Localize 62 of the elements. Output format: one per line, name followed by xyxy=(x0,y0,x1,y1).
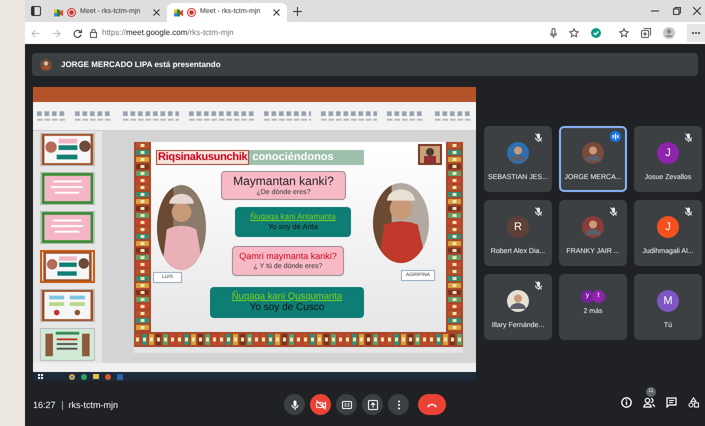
video-call-icon xyxy=(54,8,63,16)
chat-icon[interactable] xyxy=(666,397,677,408)
reload-icon[interactable] xyxy=(73,28,82,38)
slide-preview-drawing xyxy=(42,252,93,281)
restore-icon[interactable] xyxy=(673,7,681,15)
close-icon[interactable] xyxy=(693,7,701,15)
close-icon[interactable] xyxy=(153,9,160,16)
lock-icon xyxy=(90,28,97,38)
captions-icon xyxy=(342,400,352,408)
slide-preview-drawing xyxy=(41,134,94,165)
bubble-text: Ñuqaqa kani Antamanta xyxy=(250,213,336,222)
present-icon xyxy=(368,400,378,410)
camera-button[interactable] xyxy=(310,394,331,415)
avatar-initial: J xyxy=(657,142,679,164)
microphone-icon[interactable] xyxy=(550,28,557,38)
avatar-initial: J xyxy=(657,216,679,238)
speaking-icon xyxy=(610,131,621,142)
slide-thumbnail[interactable] xyxy=(40,172,95,205)
slide-preview-drawing xyxy=(41,329,94,360)
camera-off-icon xyxy=(316,400,326,410)
url-text: https://meet.google.com/rks-tctm-mjn xyxy=(102,27,234,39)
favorite-icon[interactable] xyxy=(569,28,579,38)
leave-call-button[interactable] xyxy=(418,394,446,415)
presenter-text: JORGE MERCADO LIPA está presentando xyxy=(61,58,221,70)
profile-icon[interactable] xyxy=(663,27,675,39)
slide-thumbnail[interactable] xyxy=(40,289,95,322)
slide-preview-drawing xyxy=(41,290,94,321)
slide-thumbnail[interactable] xyxy=(40,328,95,361)
activities-icon[interactable] xyxy=(688,397,699,408)
more-options-button[interactable] xyxy=(388,394,409,415)
slide-thumbnail[interactable] xyxy=(40,211,95,244)
more-button[interactable] xyxy=(687,24,705,42)
slide-thumbnail[interactable] xyxy=(40,250,95,283)
slide-title: Riqsinakusunchik xyxy=(156,150,250,165)
avatar-photo xyxy=(40,58,52,70)
people-icon[interactable] xyxy=(643,397,655,408)
close-icon[interactable] xyxy=(273,9,280,16)
slide-preview-drawing xyxy=(41,212,94,243)
avatar-initial: M xyxy=(657,290,679,312)
new-tab-icon[interactable] xyxy=(293,7,302,16)
favorites-icon[interactable] xyxy=(619,28,629,38)
avatar-initial: R xyxy=(507,216,529,238)
meeting-code: rks-tctm-mjn xyxy=(68,398,118,412)
hang-up-icon xyxy=(426,402,438,408)
tab-actions-icon[interactable] xyxy=(31,6,41,16)
clock-time: 16:27 xyxy=(33,398,56,412)
bubble-text: Ñuqaqa kani Qusqumanta xyxy=(232,292,342,302)
captions-button[interactable] xyxy=(336,394,357,415)
bubble-text: Yo soy de Cusco xyxy=(250,303,324,314)
collections-icon[interactable] xyxy=(641,28,651,38)
slide-preview-drawing xyxy=(41,173,94,204)
bubble-text: Qamri maymanta kanki? xyxy=(239,252,337,261)
bubble-text: Maymantan kanki? xyxy=(233,175,334,187)
video-call-icon xyxy=(174,8,183,16)
microphone-button[interactable] xyxy=(284,394,305,415)
microphone-icon xyxy=(290,400,298,410)
slide-subtitle: conociéndonos xyxy=(249,150,364,165)
app-icon[interactable] xyxy=(105,374,111,380)
info-icon[interactable] xyxy=(621,397,632,408)
present-button[interactable] xyxy=(362,394,383,415)
slide-thumbnail[interactable] xyxy=(40,133,95,166)
windows-icon[interactable] xyxy=(38,374,43,379)
